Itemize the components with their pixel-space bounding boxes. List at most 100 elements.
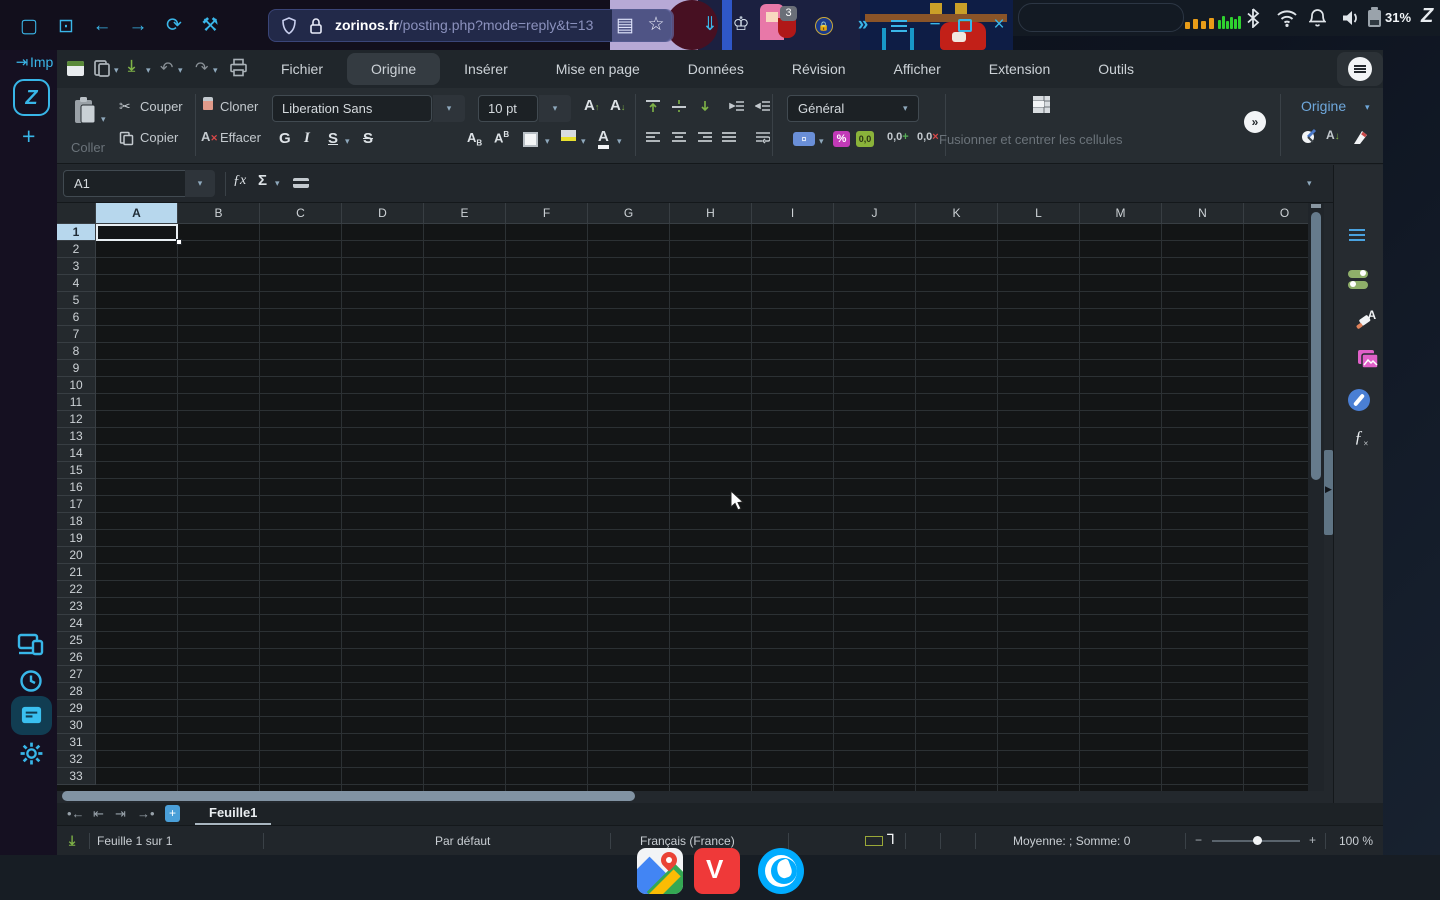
row-header-11[interactable]: 11	[57, 394, 96, 411]
save-caret[interactable]: ▾	[146, 65, 151, 76]
zorin-menu-icon[interactable]: Z	[1421, 5, 1433, 28]
bold-button[interactable]: G	[279, 130, 291, 147]
row-header-9[interactable]: 9	[57, 360, 96, 377]
row-header-6[interactable]: 6	[57, 309, 96, 326]
formula-input[interactable]	[317, 168, 1303, 199]
font-color-icon[interactable]: A	[598, 128, 609, 149]
librewolf-icon[interactable]	[758, 848, 804, 894]
download-icon[interactable]: ⇓	[698, 15, 722, 34]
language-status[interactable]: Français (France)	[640, 834, 735, 848]
borders-caret[interactable]: ▾	[545, 136, 550, 147]
row-header-29[interactable]: 29	[57, 700, 96, 717]
align-center-icon[interactable]	[671, 132, 686, 144]
menu-tab-outils[interactable]: Outils	[1074, 50, 1158, 88]
row-header-21[interactable]: 21	[57, 564, 96, 581]
lock-icon[interactable]	[309, 17, 323, 35]
zoom-slider-knob[interactable]	[1253, 836, 1262, 845]
column-header-B[interactable]: B	[178, 203, 260, 224]
row-header-3[interactable]: 3	[57, 258, 96, 275]
increase-font-icon[interactable]: A↑	[584, 97, 599, 114]
row-header-18[interactable]: 18	[57, 513, 96, 530]
tracking-shield-icon[interactable]	[281, 17, 297, 35]
downloads-panel-button[interactable]	[11, 696, 52, 735]
sheet-grid[interactable]: ABCDEFGHIJKLMNO 123456789101112131415161…	[57, 203, 1308, 791]
macro-record-icon[interactable]	[865, 836, 883, 846]
synced-devices-icon[interactable]	[17, 633, 45, 657]
menu-tab-mise-en-page[interactable]: Mise en page	[532, 50, 664, 88]
column-header-A[interactable]: A	[96, 203, 178, 224]
row-header-32[interactable]: 32	[57, 751, 96, 768]
formula-bar-caret[interactable]: ▾	[1307, 178, 1312, 189]
superscript-icon[interactable]: AB	[494, 130, 509, 145]
menu-tab-afficher[interactable]: Afficher	[870, 50, 965, 88]
row-header-4[interactable]: 4	[57, 275, 96, 292]
italic-button[interactable]: I	[304, 130, 310, 147]
save-icon[interactable]: ⤓	[128, 58, 135, 76]
column-header-K[interactable]: K	[916, 203, 998, 224]
indent-decrease-icon[interactable]	[755, 100, 770, 112]
google-maps-icon[interactable]	[637, 848, 683, 894]
font-size-caret[interactable]: ▾	[539, 95, 571, 122]
column-header-F[interactable]: F	[506, 203, 588, 224]
zoom-in-button[interactable]: +	[1309, 833, 1316, 847]
decrease-font-icon[interactable]: A↓	[610, 97, 625, 114]
url-text[interactable]: zorinos.fr/posting.php?mode=reply&t=13	[335, 17, 635, 33]
wifi-icon[interactable]	[1276, 10, 1298, 27]
wrap-text-icon[interactable]	[755, 132, 770, 144]
row-header-26[interactable]: 26	[57, 649, 96, 666]
new-file-caret[interactable]: ▾	[114, 65, 119, 76]
split-handle[interactable]	[1311, 204, 1321, 208]
new-file-icon[interactable]	[93, 59, 111, 78]
forward-icon[interactable]: →	[126, 16, 150, 35]
insert-function-icon[interactable]: ƒx	[233, 173, 246, 189]
global-menu-button[interactable]	[1337, 52, 1383, 86]
number-format-caret[interactable]: ▾	[903, 103, 908, 114]
row-header-28[interactable]: 28	[57, 683, 96, 700]
cell-area[interactable]	[96, 224, 1308, 791]
redo-caret[interactable]: ▾	[213, 65, 218, 76]
back-icon[interactable]: ←	[90, 16, 114, 35]
ribbon-overflow-button[interactable]: »	[1244, 111, 1266, 133]
restore-icon[interactable]	[958, 19, 972, 32]
font-color-caret[interactable]: ▾	[617, 136, 622, 147]
import-label[interactable]: Imp	[30, 54, 53, 70]
paste-label[interactable]: Coller	[71, 140, 105, 155]
row-header-5[interactable]: 5	[57, 292, 96, 309]
navigation-compass-icon[interactable]	[1348, 389, 1370, 411]
row-header-1[interactable]: 1	[57, 224, 96, 241]
borders-icon[interactable]	[523, 132, 538, 147]
merge-center-label[interactable]: Fusionner et centrer les cellules	[939, 132, 1123, 147]
erase-label[interactable]: Effacer	[220, 130, 261, 145]
column-header-J[interactable]: J	[834, 203, 916, 224]
underline-caret[interactable]: ▾	[345, 136, 350, 147]
font-name-select[interactable]: Liberation Sans	[272, 95, 432, 122]
settings-gear-icon[interactable]	[19, 741, 44, 766]
print-icon[interactable]	[229, 58, 248, 77]
bookmark-star-icon[interactable]: ☆	[644, 15, 668, 34]
properties-toggles-icon[interactable]	[1348, 269, 1391, 289]
ribbon-style-caret[interactable]: ▾	[1365, 102, 1370, 113]
increase-decimals-icon[interactable]: 0,0+	[887, 131, 909, 143]
align-middle-icon[interactable]	[671, 100, 686, 112]
browser-menu-icon[interactable]	[891, 20, 907, 32]
row-header-17[interactable]: 17	[57, 496, 96, 513]
row-header-8[interactable]: 8	[57, 343, 96, 360]
row-header-27[interactable]: 27	[57, 666, 96, 683]
add-sheet-button[interactable]: +	[165, 805, 180, 822]
row-header-7[interactable]: 7	[57, 326, 96, 343]
column-header-L[interactable]: L	[998, 203, 1080, 224]
clone-label[interactable]: Cloner	[220, 99, 258, 114]
column-header-I[interactable]: I	[752, 203, 834, 224]
name-box[interactable]: A1	[63, 170, 191, 197]
row-header-30[interactable]: 30	[57, 717, 96, 734]
column-header-G[interactable]: G	[588, 203, 670, 224]
overflow-chevrons-icon[interactable]: »	[851, 15, 875, 34]
column-header-E[interactable]: E	[424, 203, 506, 224]
format-painter-icon[interactable]	[203, 97, 213, 110]
tools-wrench-icon[interactable]: ⚒	[198, 16, 222, 35]
next-sheet-icon[interactable]: ⇥	[115, 806, 126, 822]
menu-tab-données[interactable]: Données	[664, 50, 768, 88]
cut-icon[interactable]: ✂	[119, 98, 131, 115]
subscript-icon[interactable]: AB	[467, 130, 482, 148]
row-header-23[interactable]: 23	[57, 598, 96, 615]
